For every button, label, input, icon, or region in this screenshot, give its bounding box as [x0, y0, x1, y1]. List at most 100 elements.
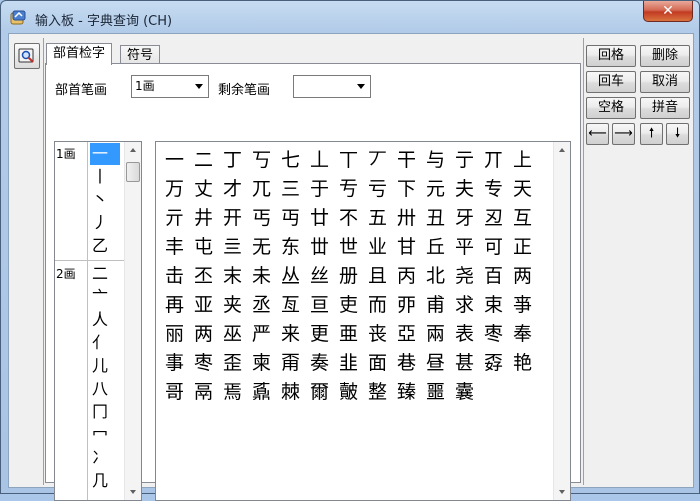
character-cell[interactable]: 正: [508, 233, 537, 262]
character-cell[interactable]: 臻: [392, 378, 421, 407]
character-cell[interactable]: 无: [247, 233, 276, 262]
character-cell[interactable]: 丽: [160, 320, 189, 349]
character-cell[interactable]: 上: [508, 146, 537, 175]
radical-item[interactable]: 一: [90, 143, 120, 165]
radical-strokes-combo[interactable]: 1画: [131, 75, 209, 98]
character-cell[interactable]: 七: [276, 146, 305, 175]
character-cell[interactable]: 丄: [305, 146, 334, 175]
radical-item[interactable]: 冫: [90, 447, 120, 469]
character-cell[interactable]: 丏: [276, 204, 305, 233]
character-cell[interactable]: 丂: [247, 146, 276, 175]
character-cell[interactable]: 兀: [247, 175, 276, 204]
character-cell[interactable]: 未: [247, 262, 276, 291]
character-cell[interactable]: 严: [247, 320, 276, 349]
down-arrow-button[interactable]: 🠗: [666, 123, 689, 145]
character-cell[interactable]: 昼: [421, 349, 450, 378]
cancel-button[interactable]: 取消: [640, 71, 690, 93]
character-cell[interactable]: 吏: [334, 291, 363, 320]
scroll-down-icon[interactable]: [559, 490, 565, 494]
character-cell[interactable]: 枣: [479, 320, 508, 349]
character-cell[interactable]: 丒: [479, 204, 508, 233]
character-cell[interactable]: 元: [421, 175, 450, 204]
character-cell[interactable]: 牙: [450, 204, 479, 233]
character-cell[interactable]: 奏: [305, 349, 334, 378]
character-cell[interactable]: 丆: [363, 146, 392, 175]
scroll-thumb[interactable]: [126, 162, 140, 182]
character-cell[interactable]: 亙: [276, 291, 305, 320]
character-cell[interactable]: 亊: [508, 291, 537, 320]
character-cell[interactable]: 亓: [160, 204, 189, 233]
character-cell[interactable]: 整: [363, 378, 392, 407]
radical-item[interactable]: 丨: [90, 166, 120, 188]
radical-item[interactable]: 冂: [90, 401, 120, 423]
up-arrow-button[interactable]: 🠕: [640, 123, 663, 145]
character-cell[interactable]: 世: [334, 233, 363, 262]
character-cell[interactable]: 丰: [160, 233, 189, 262]
character-cell[interactable]: 丙: [392, 262, 421, 291]
character-cell[interactable]: 丧: [363, 320, 392, 349]
character-list[interactable]: 一二丁丂七丄丅丆干与亍丌上万丈才兀三于亐亏下元夫专天亓井开丐丏廿不五卅丑牙丒互丰…: [155, 141, 571, 501]
character-cell[interactable]: 丘: [421, 233, 450, 262]
character-cell[interactable]: 亍: [450, 146, 479, 175]
character-cell[interactable]: 井: [189, 204, 218, 233]
character-cell[interactable]: 亞: [392, 320, 421, 349]
character-cell[interactable]: 甚: [450, 349, 479, 378]
backspace-button[interactable]: 回格: [586, 45, 636, 67]
character-cell[interactable]: 亏: [363, 175, 392, 204]
character-cell[interactable]: 丣: [392, 291, 421, 320]
character-cell[interactable]: 奉: [508, 320, 537, 349]
remaining-strokes-combo[interactable]: [293, 75, 371, 98]
radical-item[interactable]: 亻: [90, 332, 120, 354]
character-cell[interactable]: 焉: [218, 378, 247, 407]
character-cell[interactable]: 表: [450, 320, 479, 349]
character-cell[interactable]: 再: [160, 291, 189, 320]
character-cell[interactable]: 不: [334, 204, 363, 233]
close-button[interactable]: ✕: [643, 1, 693, 22]
scroll-down-icon[interactable]: [130, 490, 136, 494]
character-cell[interactable]: 面: [363, 349, 392, 378]
radical-item[interactable]: 亠: [90, 286, 120, 308]
scroll-up-icon[interactable]: [559, 148, 565, 152]
character-cell[interactable]: 一: [160, 146, 189, 175]
delete-button[interactable]: 删除: [640, 45, 690, 67]
radical-item[interactable]: 儿: [90, 355, 120, 377]
character-cell[interactable]: 于: [305, 175, 334, 204]
character-cell[interactable]: 击: [160, 262, 189, 291]
character-cell[interactable]: 亖: [218, 233, 247, 262]
character-cell[interactable]: 且: [363, 262, 392, 291]
radical-item[interactable]: 人: [90, 309, 120, 331]
character-cell[interactable]: 艳: [508, 349, 537, 378]
character-cell[interactable]: 枣: [189, 349, 218, 378]
character-cell[interactable]: 尧: [450, 262, 479, 291]
character-cell[interactable]: 来: [276, 320, 305, 349]
character-cell[interactable]: 卅: [392, 204, 421, 233]
radical-item[interactable]: 几: [90, 470, 120, 492]
character-cell[interactable]: 专: [479, 175, 508, 204]
radical-item[interactable]: 乙: [90, 235, 120, 257]
character-scrollbar[interactable]: [553, 142, 570, 500]
character-cell[interactable]: 可: [479, 233, 508, 262]
character-cell[interactable]: 丌: [479, 146, 508, 175]
character-cell[interactable]: 巫: [218, 320, 247, 349]
character-cell[interactable]: 丅: [334, 146, 363, 175]
character-cell[interactable]: 互: [508, 204, 537, 233]
scroll-up-icon[interactable]: [130, 148, 136, 152]
character-cell[interactable]: 丕: [189, 262, 218, 291]
character-cell[interactable]: 五: [363, 204, 392, 233]
character-cell[interactable]: 亚: [189, 291, 218, 320]
character-cell[interactable]: 丗: [305, 233, 334, 262]
character-cell[interactable]: 两: [189, 320, 218, 349]
radical-list[interactable]: 1画 2画 一 丨 丶 丿 乙 二 亠 人 亻 儿 八 冂 冖 冫 几: [54, 141, 142, 501]
character-cell[interactable]: 北: [421, 262, 450, 291]
radical-item[interactable]: 丶: [90, 189, 120, 211]
character-cell[interactable]: 韭: [334, 349, 363, 378]
left-arrow-button[interactable]: ⟵: [586, 123, 609, 145]
character-cell[interactable]: 噩: [421, 378, 450, 407]
character-cell[interactable]: 册: [334, 262, 363, 291]
character-cell[interactable]: 丞: [247, 291, 276, 320]
radical-item[interactable]: 丿: [90, 212, 120, 234]
character-cell[interactable]: 开: [218, 204, 247, 233]
character-cell[interactable]: 更: [305, 320, 334, 349]
character-cell[interactable]: 丈: [189, 175, 218, 204]
character-cell[interactable]: 末: [218, 262, 247, 291]
